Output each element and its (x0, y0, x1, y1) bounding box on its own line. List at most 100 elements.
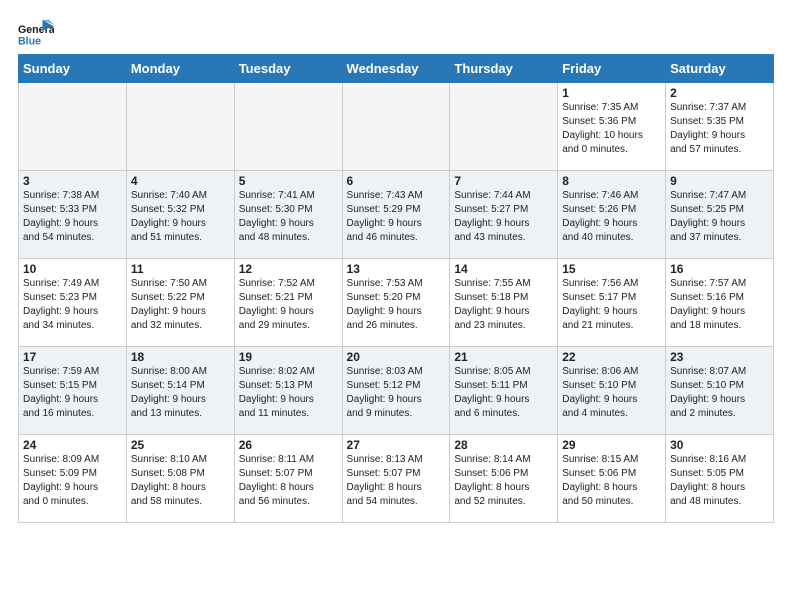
day-info: Sunrise: 7:55 AM Sunset: 5:18 PM Dayligh… (454, 277, 553, 333)
day-info: Sunrise: 7:59 AM Sunset: 5:15 PM Dayligh… (23, 365, 122, 421)
day-info: Sunrise: 8:14 AM Sunset: 5:06 PM Dayligh… (454, 453, 553, 509)
day-info: Sunrise: 8:10 AM Sunset: 5:08 PM Dayligh… (131, 453, 230, 509)
day-info: Sunrise: 7:37 AM Sunset: 5:35 PM Dayligh… (670, 101, 769, 157)
calendar-cell: 24Sunrise: 8:09 AM Sunset: 5:09 PM Dayli… (19, 435, 127, 523)
calendar-cell: 13Sunrise: 7:53 AM Sunset: 5:20 PM Dayli… (342, 259, 450, 347)
calendar-cell: 14Sunrise: 7:55 AM Sunset: 5:18 PM Dayli… (450, 259, 558, 347)
day-info: Sunrise: 7:38 AM Sunset: 5:33 PM Dayligh… (23, 189, 122, 245)
calendar-cell: 5Sunrise: 7:41 AM Sunset: 5:30 PM Daylig… (234, 171, 342, 259)
day-info: Sunrise: 8:09 AM Sunset: 5:09 PM Dayligh… (23, 453, 122, 509)
day-number: 8 (562, 174, 661, 188)
day-number: 14 (454, 262, 553, 276)
day-number: 18 (131, 350, 230, 364)
day-info: Sunrise: 8:02 AM Sunset: 5:13 PM Dayligh… (239, 365, 338, 421)
day-info: Sunrise: 8:15 AM Sunset: 5:06 PM Dayligh… (562, 453, 661, 509)
day-info: Sunrise: 8:11 AM Sunset: 5:07 PM Dayligh… (239, 453, 338, 509)
weekday-header: Tuesday (234, 55, 342, 83)
day-number: 7 (454, 174, 553, 188)
calendar-cell: 15Sunrise: 7:56 AM Sunset: 5:17 PM Dayli… (558, 259, 666, 347)
day-number: 5 (239, 174, 338, 188)
day-number: 15 (562, 262, 661, 276)
calendar-cell (450, 83, 558, 171)
day-info: Sunrise: 7:47 AM Sunset: 5:25 PM Dayligh… (670, 189, 769, 245)
calendar-cell: 10Sunrise: 7:49 AM Sunset: 5:23 PM Dayli… (19, 259, 127, 347)
calendar-cell: 30Sunrise: 8:16 AM Sunset: 5:05 PM Dayli… (666, 435, 774, 523)
calendar-cell: 7Sunrise: 7:44 AM Sunset: 5:27 PM Daylig… (450, 171, 558, 259)
day-number: 16 (670, 262, 769, 276)
weekday-header: Saturday (666, 55, 774, 83)
day-number: 25 (131, 438, 230, 452)
day-info: Sunrise: 7:56 AM Sunset: 5:17 PM Dayligh… (562, 277, 661, 333)
calendar-cell: 26Sunrise: 8:11 AM Sunset: 5:07 PM Dayli… (234, 435, 342, 523)
calendar-cell: 6Sunrise: 7:43 AM Sunset: 5:29 PM Daylig… (342, 171, 450, 259)
day-number: 27 (347, 438, 446, 452)
calendar-cell: 1Sunrise: 7:35 AM Sunset: 5:36 PM Daylig… (558, 83, 666, 171)
day-number: 13 (347, 262, 446, 276)
day-number: 4 (131, 174, 230, 188)
calendar-cell: 19Sunrise: 8:02 AM Sunset: 5:13 PM Dayli… (234, 347, 342, 435)
calendar-cell (19, 83, 127, 171)
day-number: 12 (239, 262, 338, 276)
logo: General Blue (18, 18, 58, 48)
day-number: 9 (670, 174, 769, 188)
day-info: Sunrise: 7:43 AM Sunset: 5:29 PM Dayligh… (347, 189, 446, 245)
calendar-cell: 4Sunrise: 7:40 AM Sunset: 5:32 PM Daylig… (126, 171, 234, 259)
day-info: Sunrise: 7:40 AM Sunset: 5:32 PM Dayligh… (131, 189, 230, 245)
day-number: 10 (23, 262, 122, 276)
day-info: Sunrise: 7:35 AM Sunset: 5:36 PM Dayligh… (562, 101, 661, 157)
calendar-cell: 25Sunrise: 8:10 AM Sunset: 5:08 PM Dayli… (126, 435, 234, 523)
day-info: Sunrise: 7:46 AM Sunset: 5:26 PM Dayligh… (562, 189, 661, 245)
day-info: Sunrise: 7:41 AM Sunset: 5:30 PM Dayligh… (239, 189, 338, 245)
day-number: 17 (23, 350, 122, 364)
day-number: 26 (239, 438, 338, 452)
calendar-table: SundayMondayTuesdayWednesdayThursdayFrid… (18, 54, 774, 523)
calendar-cell: 11Sunrise: 7:50 AM Sunset: 5:22 PM Dayli… (126, 259, 234, 347)
calendar-cell (126, 83, 234, 171)
day-number: 30 (670, 438, 769, 452)
day-info: Sunrise: 8:07 AM Sunset: 5:10 PM Dayligh… (670, 365, 769, 421)
day-number: 24 (23, 438, 122, 452)
day-number: 2 (670, 86, 769, 100)
weekday-header: Thursday (450, 55, 558, 83)
day-info: Sunrise: 8:13 AM Sunset: 5:07 PM Dayligh… (347, 453, 446, 509)
day-number: 28 (454, 438, 553, 452)
day-number: 6 (347, 174, 446, 188)
calendar-cell: 3Sunrise: 7:38 AM Sunset: 5:33 PM Daylig… (19, 171, 127, 259)
day-number: 29 (562, 438, 661, 452)
day-info: Sunrise: 8:00 AM Sunset: 5:14 PM Dayligh… (131, 365, 230, 421)
calendar-cell: 8Sunrise: 7:46 AM Sunset: 5:26 PM Daylig… (558, 171, 666, 259)
day-info: Sunrise: 7:50 AM Sunset: 5:22 PM Dayligh… (131, 277, 230, 333)
page: General Blue SundayMondayTuesdayWednesda… (0, 0, 792, 533)
header: General Blue (18, 18, 774, 48)
calendar-cell: 28Sunrise: 8:14 AM Sunset: 5:06 PM Dayli… (450, 435, 558, 523)
logo-bird-icon: General Blue (18, 18, 54, 48)
weekday-header: Sunday (19, 55, 127, 83)
calendar-week-row: 24Sunrise: 8:09 AM Sunset: 5:09 PM Dayli… (19, 435, 774, 523)
day-info: Sunrise: 8:03 AM Sunset: 5:12 PM Dayligh… (347, 365, 446, 421)
day-info: Sunrise: 8:05 AM Sunset: 5:11 PM Dayligh… (454, 365, 553, 421)
day-info: Sunrise: 7:57 AM Sunset: 5:16 PM Dayligh… (670, 277, 769, 333)
calendar-cell: 22Sunrise: 8:06 AM Sunset: 5:10 PM Dayli… (558, 347, 666, 435)
svg-text:Blue: Blue (18, 35, 41, 47)
day-info: Sunrise: 7:49 AM Sunset: 5:23 PM Dayligh… (23, 277, 122, 333)
day-number: 21 (454, 350, 553, 364)
day-number: 23 (670, 350, 769, 364)
calendar-cell: 27Sunrise: 8:13 AM Sunset: 5:07 PM Dayli… (342, 435, 450, 523)
calendar-cell (234, 83, 342, 171)
calendar-week-row: 10Sunrise: 7:49 AM Sunset: 5:23 PM Dayli… (19, 259, 774, 347)
day-number: 19 (239, 350, 338, 364)
calendar-cell: 21Sunrise: 8:05 AM Sunset: 5:11 PM Dayli… (450, 347, 558, 435)
calendar-cell: 17Sunrise: 7:59 AM Sunset: 5:15 PM Dayli… (19, 347, 127, 435)
calendar-cell: 16Sunrise: 7:57 AM Sunset: 5:16 PM Dayli… (666, 259, 774, 347)
calendar-cell (342, 83, 450, 171)
day-number: 3 (23, 174, 122, 188)
day-info: Sunrise: 7:52 AM Sunset: 5:21 PM Dayligh… (239, 277, 338, 333)
weekday-header: Monday (126, 55, 234, 83)
day-info: Sunrise: 8:16 AM Sunset: 5:05 PM Dayligh… (670, 453, 769, 509)
weekday-header: Wednesday (342, 55, 450, 83)
day-number: 20 (347, 350, 446, 364)
day-number: 22 (562, 350, 661, 364)
calendar-cell: 23Sunrise: 8:07 AM Sunset: 5:10 PM Dayli… (666, 347, 774, 435)
weekday-header: Friday (558, 55, 666, 83)
calendar-cell: 29Sunrise: 8:15 AM Sunset: 5:06 PM Dayli… (558, 435, 666, 523)
